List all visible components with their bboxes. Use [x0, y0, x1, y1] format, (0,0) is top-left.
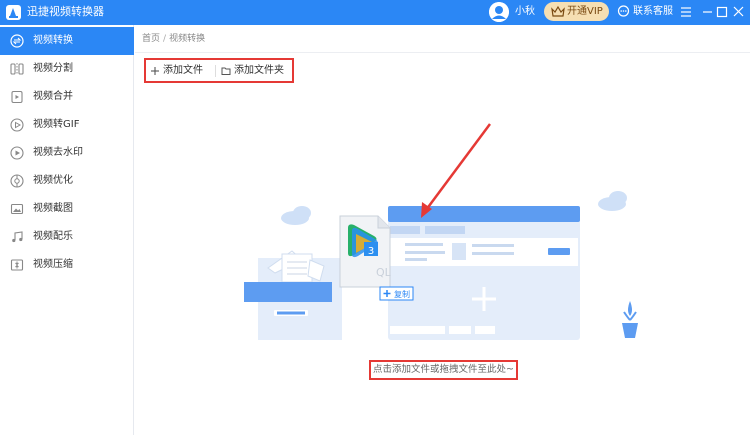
maximize-icon[interactable] — [714, 4, 730, 20]
file-badge-number: 3 — [368, 246, 374, 257]
sidebar-item-video-gif[interactable]: 视频转GIF — [0, 111, 134, 139]
sidebar-item-video-music[interactable]: 视频配乐 — [0, 223, 134, 251]
sidebar-item-video-merge[interactable]: 视频合并 — [0, 83, 134, 111]
sidebar-item-label: 视频转GIF — [33, 119, 80, 130]
add-file-label: 添加文件 — [163, 65, 203, 76]
app-title: 迅捷视频转换器 — [27, 5, 104, 18]
arrow-annotation-icon — [421, 123, 492, 218]
breadcrumb: 首页 / 视频转换 — [142, 33, 205, 45]
app-logo-icon — [6, 5, 21, 20]
file-box-icon — [244, 250, 342, 340]
sidebar-item-video-split[interactable]: 视频分割 — [0, 55, 134, 83]
sidebar-item-label: 视频截图 — [33, 203, 73, 214]
sidebar-item-label: 视频优化 — [33, 175, 73, 186]
screenshot-icon — [10, 203, 24, 215]
file-toolbar: 添加文件 添加文件夹 — [144, 58, 294, 83]
optimize-icon — [10, 174, 24, 188]
username[interactable]: 小秋 — [515, 6, 535, 18]
dragged-file-icon: 3 QL — [339, 215, 392, 288]
sidebar-item-label: 视频转换 — [33, 35, 73, 46]
add-folder-label: 添加文件夹 — [234, 65, 284, 76]
window-mockup — [388, 206, 580, 340]
sidebar-item-label: 视频去水印 — [33, 147, 83, 158]
sidebar-item-label: 视频分割 — [33, 63, 73, 74]
breadcrumb-current: 视频转换 — [169, 34, 206, 44]
copy-badge: 复制 — [379, 286, 414, 301]
dropzone-hint[interactable]: 点击添加文件或拖拽文件至此处~ — [369, 360, 518, 380]
file-watermark-label: QL — [376, 266, 392, 279]
vip-label: 开通VIP — [567, 6, 603, 17]
menu-icon[interactable] — [678, 4, 694, 20]
open-vip-button[interactable]: 开通VIP — [544, 2, 609, 21]
title-bar: 迅捷视频转换器 小秋 开通VIP 联系客服 — [0, 0, 750, 25]
plant-icon — [622, 301, 638, 338]
plus-icon — [151, 67, 159, 75]
cloud-icon — [281, 206, 311, 225]
folder-icon — [221, 67, 231, 75]
split-icon — [10, 63, 24, 75]
copy-badge-label: 复制 — [394, 289, 410, 299]
convert-icon — [10, 34, 24, 48]
sidebar-item-video-optimize[interactable]: 视频优化 — [0, 167, 134, 195]
sidebar-item-video-screenshot[interactable]: 视频截图 — [0, 195, 134, 223]
breadcrumb-home[interactable]: 首页 — [142, 34, 160, 44]
watermark-icon — [10, 146, 24, 160]
sidebar: 视频转换 视频分割 视频合并 视频转GIF 视频去水印 视频优化 视频截图 视频… — [0, 25, 134, 435]
compress-icon — [10, 259, 24, 271]
sidebar-item-label: 视频压缩 — [33, 259, 73, 270]
crown-icon — [551, 5, 565, 17]
divider — [135, 52, 750, 53]
sidebar-item-video-convert[interactable]: 视频转换 — [0, 27, 134, 55]
close-icon[interactable] — [731, 4, 747, 20]
toolbar-divider — [215, 65, 216, 77]
sidebar-item-video-compress[interactable]: 视频压缩 — [0, 251, 134, 279]
music-icon — [12, 231, 23, 243]
avatar[interactable] — [489, 2, 509, 22]
dropzone-illustration[interactable]: 3 QL 复制 — [230, 118, 670, 348]
sidebar-item-label: 视频配乐 — [33, 231, 73, 242]
user-avatar-icon — [489, 2, 509, 22]
service-label: 联系客服 — [633, 6, 673, 17]
dropzone-hint-text: 点击添加文件或拖拽文件至此处~ — [373, 364, 514, 375]
chat-icon — [617, 5, 630, 17]
merge-icon — [11, 90, 23, 104]
cloud-icon — [598, 191, 627, 211]
sidebar-item-video-watermark[interactable]: 视频去水印 — [0, 139, 134, 167]
sidebar-item-label: 视频合并 — [33, 91, 73, 102]
breadcrumb-separator: / — [163, 34, 167, 44]
gif-icon — [10, 118, 24, 132]
